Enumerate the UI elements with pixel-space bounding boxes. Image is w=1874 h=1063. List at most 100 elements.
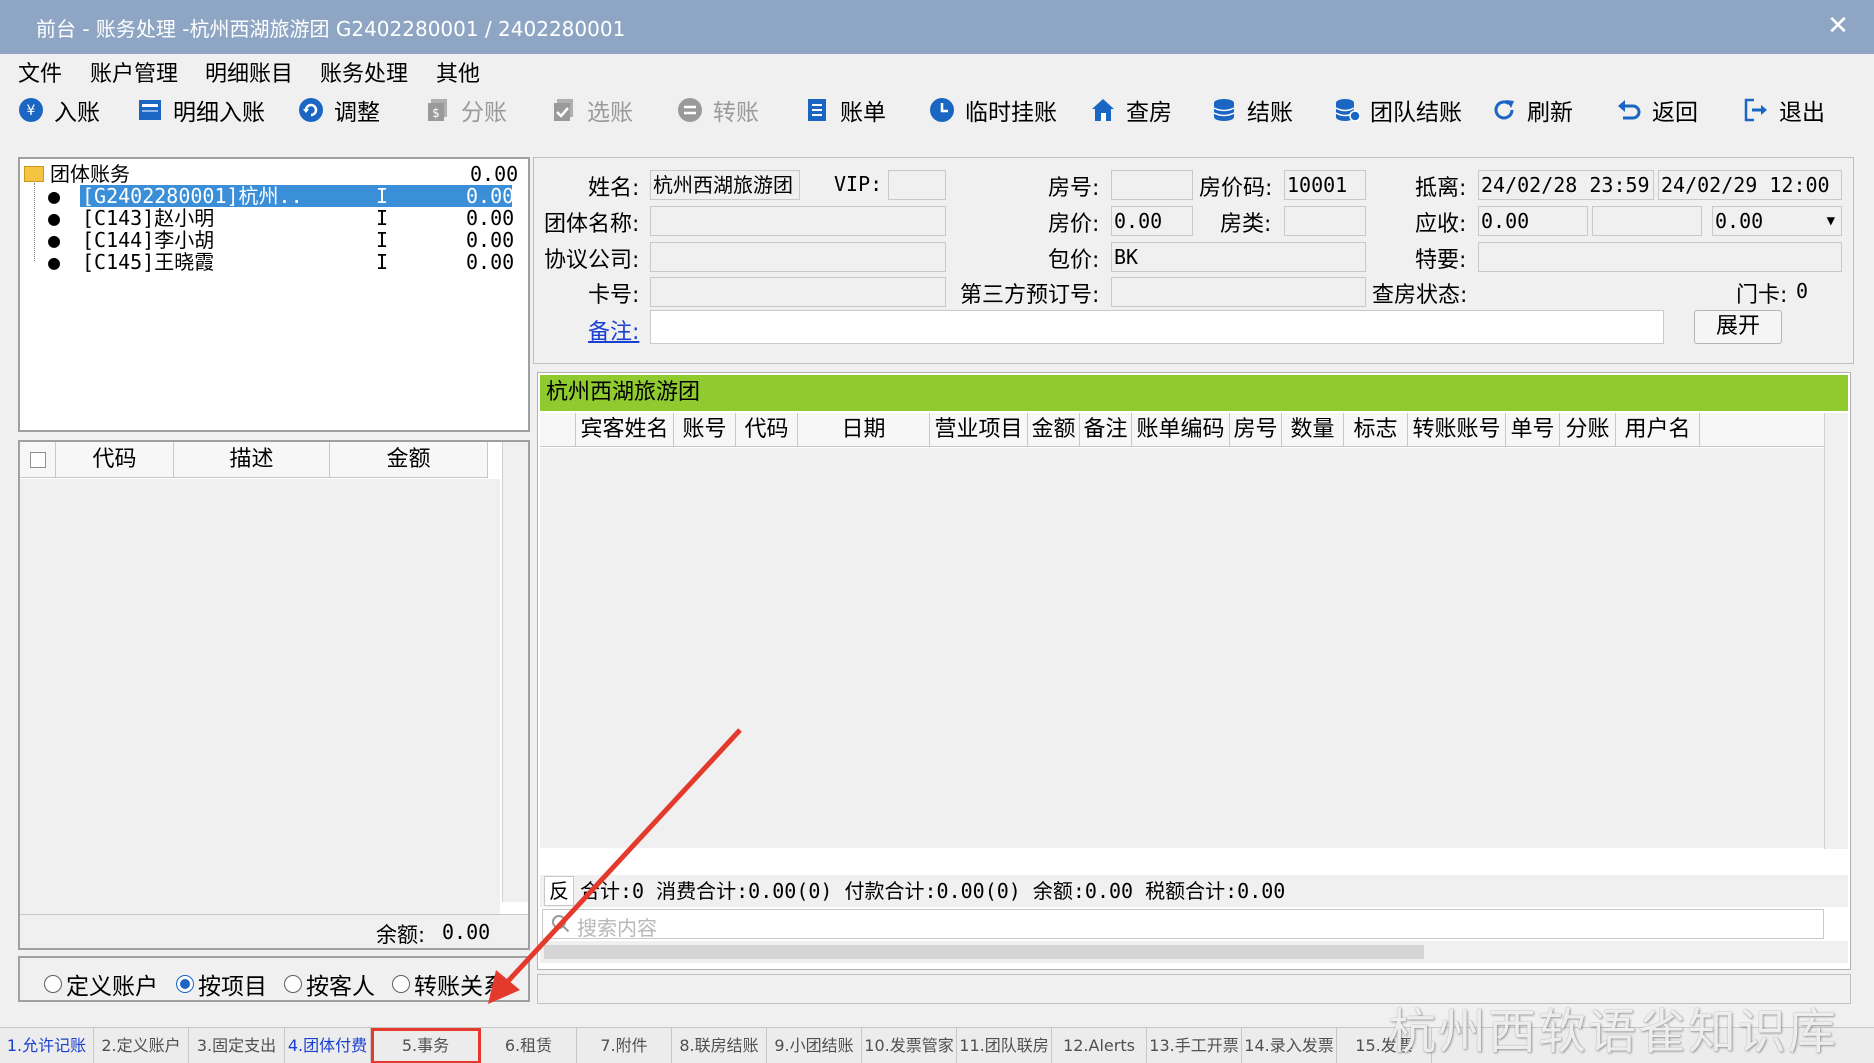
transaction-grid-hscrollbar[interactable] [540, 941, 1848, 963]
package-field[interactable]: BK [1111, 242, 1366, 272]
tree-item-label: [C145]王晓霞 [82, 250, 215, 274]
chevron-down-icon[interactable]: ▼ [1827, 207, 1835, 235]
post-button[interactable]: ¥ 入账 [18, 92, 100, 128]
tab-fixed-expense[interactable]: 3.固定支出 [189, 1028, 285, 1063]
tab-linked-room-checkout[interactable]: 8.联房结账 [672, 1028, 767, 1063]
tab-lease[interactable]: 6.租赁 [481, 1028, 577, 1063]
column-header-remark[interactable]: 备注 [1080, 413, 1132, 447]
column-header-business-item[interactable]: 营业项目 [930, 413, 1028, 447]
tab-manual-invoice[interactable]: 13.手工开票 [1147, 1028, 1242, 1063]
checkout-button[interactable]: 结账 [1211, 92, 1293, 128]
tab-small-group-checkout[interactable]: 9.小团结账 [767, 1028, 862, 1063]
back-button[interactable]: 返回 [1616, 92, 1698, 128]
tab-alerts[interactable]: 12.Alerts [1052, 1028, 1147, 1063]
tab-affairs[interactable]: 5.事务 [371, 1028, 481, 1063]
column-header-user-name[interactable]: 用户名 [1616, 413, 1700, 447]
column-header-transfer-account[interactable]: 转账账号 [1408, 413, 1506, 447]
column-header-account-no[interactable]: 账号 [674, 413, 736, 447]
temp-hang-button[interactable]: 临时挂账 [929, 92, 1057, 128]
depart-date-field[interactable]: 24/02/29 12:00 [1658, 170, 1842, 200]
column-header-amount[interactable]: 金额 [330, 442, 488, 478]
radio-define-account[interactable]: 定义账户 [44, 967, 158, 1001]
menu-other[interactable]: 其他 [436, 56, 480, 88]
bullet-icon: ● [48, 228, 61, 252]
column-header-ticket-no[interactable]: 单号 [1506, 413, 1560, 447]
column-header-code[interactable]: 代码 [736, 413, 798, 447]
tab-invoice-manager[interactable]: 10.发票管家 [862, 1028, 957, 1063]
column-header-bill-code[interactable]: 账单编码 [1132, 413, 1230, 447]
tab-attachments[interactable]: 7.附件 [577, 1028, 672, 1063]
bill-button[interactable]: 账单 [804, 92, 886, 128]
menu-detail-items[interactable]: 明细账目 [205, 56, 293, 88]
check-room-button[interactable]: 查房 [1090, 92, 1172, 128]
adjust-button[interactable]: 调整 [298, 92, 380, 128]
menu-accounting[interactable]: 账务处理 [320, 56, 408, 88]
radio-dot [392, 975, 410, 993]
tree-item[interactable]: ● [C144]李小胡 I 0.00 [20, 229, 530, 251]
tab-team-linked-room[interactable]: 11.团队联房 [957, 1028, 1052, 1063]
search-box[interactable]: 搜索内容 [542, 909, 1824, 940]
tree-root[interactable]: 团体账务 0.00 [20, 163, 530, 185]
tree-item[interactable]: ● [C145]王晓霞 I 0.00 [20, 251, 530, 273]
detail-post-button[interactable]: 明细入账 [137, 92, 265, 128]
card-no-field[interactable] [650, 277, 946, 307]
column-header-amount[interactable]: 金额 [1028, 413, 1080, 447]
column-header-guest-name[interactable]: 宾客姓名 [576, 413, 674, 447]
column-header-flag[interactable]: 标志 [1344, 413, 1408, 447]
name-field[interactable]: 杭州西湖旅游团 [650, 170, 800, 200]
expand-button[interactable]: 展开 [1694, 310, 1782, 344]
menu-bar: 文件 账户管理 明细账目 账务处理 其他 [0, 54, 1874, 88]
room-type-field[interactable] [1284, 206, 1366, 236]
column-header-quantity[interactable]: 数量 [1282, 413, 1344, 447]
group-name-field[interactable] [650, 206, 946, 236]
room-no-label: 房号: [1048, 176, 1100, 201]
agreement-company-field[interactable] [650, 242, 946, 272]
tab-enter-invoice[interactable]: 14.录入发票 [1242, 1028, 1337, 1063]
vip-field[interactable] [888, 170, 946, 200]
hscroll-thumb[interactable] [544, 945, 1424, 959]
radio-by-item[interactable]: 按项目 [176, 967, 267, 1001]
tab-define-account[interactable]: 2.定义账户 [94, 1028, 189, 1063]
reverse-button[interactable]: 反 [544, 876, 574, 906]
tab-group-payment[interactable]: 4.团体付费 [285, 1028, 371, 1063]
room-no-field[interactable] [1111, 170, 1193, 200]
menu-file[interactable]: 文件 [18, 56, 62, 88]
column-header-split[interactable]: 分账 [1560, 413, 1616, 447]
close-icon[interactable]: ✕ [1820, 8, 1856, 44]
remark-link[interactable]: 备注: [588, 314, 639, 346]
summary-text: 合计:0 消费合计:0.00(0) 付款合计:0.00(0) 余额:0.00 税… [580, 879, 1286, 903]
radio-label: 定义账户 [66, 974, 158, 1000]
row-indicator-column [540, 413, 576, 447]
column-header-room-no[interactable]: 房号 [1230, 413, 1282, 447]
select-all-checkbox[interactable] [20, 442, 56, 478]
item-grid-scrollbar[interactable] [502, 442, 528, 902]
column-header-description[interactable]: 描述 [174, 442, 330, 478]
receivable-select[interactable]: 0.00 ▼ [1712, 206, 1842, 236]
split-button[interactable]: $ 分账 [425, 92, 507, 128]
rate-field[interactable]: 0.00 [1111, 206, 1193, 236]
group-checkout-button[interactable]: 团队结账 [1334, 92, 1462, 128]
third-party-booking-field[interactable] [1111, 277, 1366, 307]
exit-button[interactable]: 退出 [1743, 92, 1825, 128]
refresh-button[interactable]: 刷新 [1491, 92, 1573, 128]
radio-by-guest[interactable]: 按客人 [284, 967, 375, 1001]
column-header-code[interactable]: 代码 [56, 442, 174, 478]
transfer-button[interactable]: 转账 [677, 92, 759, 128]
remark-field[interactable] [650, 310, 1664, 344]
select-account-button[interactable]: 选账 [551, 92, 633, 128]
arrive-date-field[interactable]: 24/02/28 23:59 [1478, 170, 1654, 200]
special-request-field[interactable] [1478, 242, 1842, 272]
bill-label: 账单 [840, 100, 886, 126]
special-request-label: 特要: [1415, 248, 1467, 273]
rate-code-field[interactable]: 10001 [1284, 170, 1366, 200]
receivable-extra-field[interactable] [1592, 206, 1702, 236]
tab-allow-posting[interactable]: 1.允许记账 [0, 1028, 94, 1063]
rate-label: 房价: [1048, 212, 1100, 237]
column-header-date[interactable]: 日期 [798, 413, 930, 447]
transaction-grid-scrollbar[interactable] [1824, 413, 1848, 849]
receivable-field[interactable]: 0.00 [1478, 206, 1588, 236]
radio-transfer-relation[interactable]: 转账关系 [392, 967, 506, 1001]
menu-account-management[interactable]: 账户管理 [90, 56, 178, 88]
tree-item[interactable]: ● [C143]赵小明 I 0.00 [20, 207, 530, 229]
tree-item[interactable]: ● [G2402280001]杭州.. I 0.00 [20, 185, 530, 207]
